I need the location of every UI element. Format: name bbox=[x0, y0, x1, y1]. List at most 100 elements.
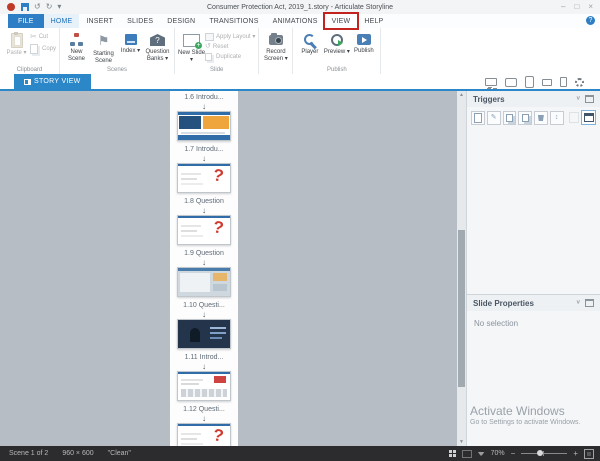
slide-properties-collapse-icon[interactable]: ˅ bbox=[576, 300, 580, 306]
scroll-up-icon[interactable]: ▲ bbox=[457, 91, 466, 99]
phone-portrait-icon[interactable] bbox=[560, 77, 567, 87]
quick-access-dropdown-icon[interactable]: ▾ bbox=[57, 3, 61, 11]
tab-view[interactable]: VIEW bbox=[325, 14, 358, 28]
triggers-collapse-icon[interactable]: ˅ bbox=[576, 96, 580, 102]
slide-thumbnail[interactable] bbox=[177, 163, 231, 193]
starting-scene-button[interactable]: Starting Scene bbox=[90, 30, 117, 65]
settings-gear-icon[interactable] bbox=[575, 77, 584, 87]
save-icon[interactable] bbox=[21, 3, 29, 11]
edit-trigger-button[interactable]: ✎ bbox=[486, 110, 501, 125]
trigger-spacer bbox=[568, 112, 580, 123]
trigger-panel-toggle-button[interactable] bbox=[581, 110, 597, 125]
new-slide-button[interactable]: New Slide ▾ bbox=[178, 30, 205, 64]
new-slide-icon bbox=[183, 34, 203, 49]
zoom-slider[interactable] bbox=[521, 450, 568, 456]
tab-home[interactable]: HOME bbox=[43, 14, 80, 28]
index-button[interactable]: Index ▾ bbox=[117, 30, 144, 55]
slide-thumbnail[interactable] bbox=[177, 319, 231, 349]
scroll-down-icon[interactable]: ▼ bbox=[457, 438, 466, 446]
ribbon-group-label: Scenes bbox=[107, 67, 128, 73]
ribbon-group-scenes: New Scene Starting Scene Index ▾ Question B… bbox=[60, 28, 176, 74]
index-icon bbox=[124, 34, 137, 45]
undo-icon[interactable]: ↺ bbox=[34, 3, 41, 11]
apply-layout-button[interactable]: Apply Layout ▾ bbox=[205, 33, 255, 41]
button-label: Apply Layout ▾ bbox=[216, 33, 256, 40]
desktop-icon[interactable] bbox=[485, 78, 497, 88]
zoom-mode-icon[interactable] bbox=[477, 451, 485, 456]
slide-label: 1.6 Introdu... bbox=[184, 94, 224, 101]
copy-button[interactable]: Copy bbox=[30, 44, 56, 54]
slide-label: 1.7 Introdu... bbox=[184, 146, 224, 153]
triggers-panel-icon[interactable] bbox=[585, 95, 594, 103]
paste-button[interactable]: Paste ▾ bbox=[3, 30, 30, 57]
triggers-toolbar: ✎ ↕ bbox=[467, 107, 600, 128]
new-trigger-button[interactable] bbox=[471, 110, 485, 125]
tab-file[interactable]: FILE bbox=[8, 14, 44, 28]
cut-icon bbox=[30, 33, 37, 42]
reset-icon bbox=[205, 43, 211, 51]
tab-help[interactable]: HELP bbox=[357, 14, 390, 28]
button-label: Preview ▾ bbox=[323, 49, 350, 55]
minimize-button[interactable]: – bbox=[561, 2, 565, 12]
scene-column: 1.6 Introdu...↓1.7 Introdu...↓1.8 Questi… bbox=[170, 91, 238, 446]
phone-landscape-icon[interactable] bbox=[542, 78, 552, 86]
slide-label: 1.9 Question bbox=[184, 250, 224, 257]
ribbon-group-clipboard: Paste ▾ Cut Copy Clipboard bbox=[0, 28, 61, 74]
tab-animations[interactable]: ANIMATIONS bbox=[266, 14, 325, 28]
slide-properties-panel-icon[interactable] bbox=[585, 299, 594, 307]
zoom-out-button[interactable]: − bbox=[511, 449, 516, 458]
storyline-window: ↺ ↻ ▾ Consumer Protection Act, 2019_1.stor… bbox=[0, 0, 600, 461]
triggers-title: Triggers bbox=[473, 94, 505, 104]
tab-insert[interactable]: INSERT bbox=[79, 14, 120, 28]
tab-transitions[interactable]: TRANSITIONS bbox=[202, 14, 265, 28]
maximize-button[interactable]: □ bbox=[574, 2, 579, 12]
ribbon-tabs: FILE HOME INSERT SLIDES DESIGN TRANSITIONS ANI… bbox=[0, 14, 600, 28]
ribbon: Paste ▾ Cut Copy Clipboard New Scene Starting… bbox=[0, 28, 600, 75]
record-screen-button[interactable]: Record Screen ▾ bbox=[262, 30, 289, 63]
slide-link-arrow-icon: ↓ bbox=[202, 414, 206, 423]
story-view-toggle-icon[interactable] bbox=[448, 450, 456, 457]
slide-view-toggle-icon[interactable] bbox=[461, 449, 472, 458]
title-bar: ↺ ↻ ▾ Consumer Protection Act, 2019_1.stor… bbox=[0, 0, 600, 14]
paste-trigger-button[interactable] bbox=[518, 110, 532, 125]
publish-button[interactable]: Publish bbox=[350, 30, 377, 55]
ribbon-group-label: Clipboard bbox=[16, 67, 43, 73]
new-scene-button[interactable]: New Scene bbox=[63, 30, 90, 63]
reset-button[interactable]: Reset bbox=[205, 43, 255, 51]
help-icon[interactable]: ? bbox=[586, 16, 595, 25]
scrollbar-thumb[interactable] bbox=[458, 230, 465, 387]
preview-button[interactable]: Preview ▾ bbox=[323, 30, 350, 56]
slide-label: 1.11 Introd... bbox=[184, 354, 224, 361]
slide-thumbnail[interactable] bbox=[177, 423, 231, 446]
cut-button[interactable]: Cut bbox=[30, 33, 56, 42]
side-panel: Triggers ˅ ✎ ↕ Slide Properties ˅ No sel… bbox=[466, 91, 600, 446]
button-label: Starting Scene bbox=[93, 51, 114, 64]
trash-icon bbox=[537, 115, 544, 121]
workspace: 1.6 Introdu...↓1.7 Introdu...↓1.8 Questi… bbox=[0, 91, 600, 446]
story-view-label: STORY VIEW bbox=[34, 78, 81, 85]
slide-thumbnail[interactable] bbox=[177, 267, 231, 297]
tab-slides[interactable]: SLIDES bbox=[120, 14, 160, 28]
story-canvas[interactable]: 1.6 Introdu...↓1.7 Introdu...↓1.8 Questi… bbox=[0, 91, 457, 446]
tab-design[interactable]: DESIGN bbox=[160, 14, 202, 28]
redo-icon[interactable]: ↻ bbox=[46, 3, 53, 11]
reorder-trigger-button[interactable]: ↕ bbox=[549, 110, 564, 125]
delete-trigger-button[interactable] bbox=[534, 110, 548, 125]
tablet-portrait-icon[interactable] bbox=[525, 76, 534, 88]
copy-icon bbox=[505, 113, 513, 122]
close-button[interactable]: × bbox=[588, 2, 593, 12]
slide-thumbnail[interactable] bbox=[177, 111, 231, 141]
canvas-scrollbar[interactable]: ▲ ▼ bbox=[457, 91, 466, 446]
duplicate-button[interactable]: Duplicate bbox=[205, 53, 255, 61]
copy-trigger-button[interactable] bbox=[502, 110, 517, 125]
zoom-in-button[interactable]: + bbox=[573, 449, 578, 458]
question-banks-button[interactable]: Question Banks ▾ bbox=[144, 30, 171, 63]
slide-thumbnail[interactable] bbox=[177, 215, 231, 245]
slide-link-arrow-icon: ↓ bbox=[202, 258, 206, 267]
slide-thumbnail[interactable] bbox=[177, 371, 231, 401]
no-selection-text: No selection bbox=[474, 319, 519, 328]
tab-story-view[interactable]: STORY VIEW bbox=[14, 74, 91, 89]
fit-to-window-icon[interactable] bbox=[584, 448, 594, 459]
player-button[interactable]: Player bbox=[296, 30, 323, 56]
tablet-landscape-icon[interactable] bbox=[505, 77, 517, 87]
